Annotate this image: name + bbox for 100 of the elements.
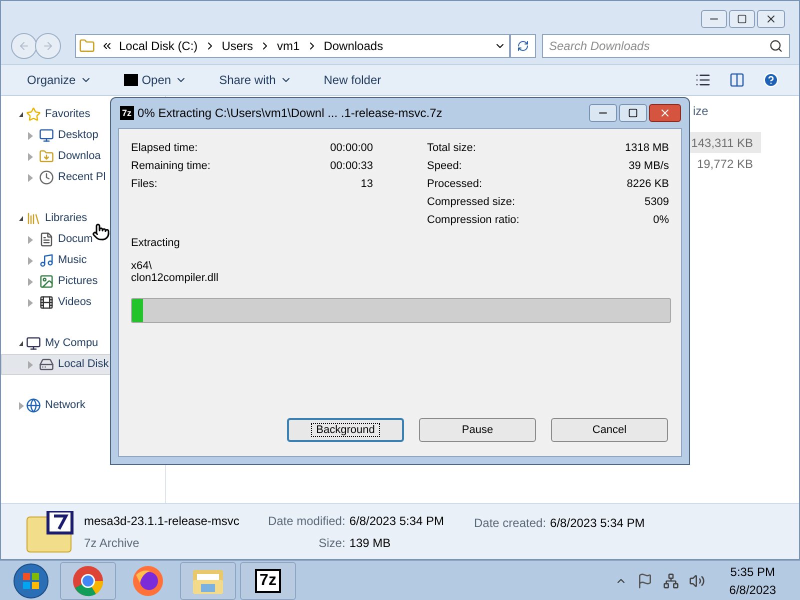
picture-icon [39,274,54,289]
nav-item-label[interactable]: Music [58,252,87,269]
film-icon [39,295,54,310]
network-icon [26,398,41,413]
close-button[interactable] [757,10,785,28]
maximize-icon [628,108,638,118]
dialog-button[interactable]: Pause [419,418,536,442]
address-bar[interactable]: Local Disk (C:) Users vm1 Downloads [75,34,510,58]
maximize-button[interactable] [619,104,647,122]
stat-label: Processed: [427,176,482,192]
stat-label: Files: [131,176,158,192]
nav-item-label[interactable]: Pictures [58,273,98,290]
expand-arrow-icon[interactable] [28,152,33,160]
field-label: Size: [318,534,346,552]
breadcrumb[interactable]: Users [222,37,254,55]
windows-logo-icon [13,562,49,598]
stat-value: 00:00:33 [330,158,373,174]
dialog-button[interactable]: Cancel [551,418,668,442]
close-button[interactable] [649,104,681,122]
toolbar-button[interactable]: New folder [316,68,390,92]
help-icon[interactable] [763,72,779,88]
dialog-button[interactable]: Background [287,418,404,442]
maximize-button[interactable] [729,10,755,28]
file-path: clon12compiler.dll [131,272,220,284]
stat-value: 00:00:00 [330,140,373,156]
taskbar-button[interactable]: 7z [240,562,296,600]
flag-icon[interactable] [637,572,654,588]
column-header[interactable]: ize [687,102,761,120]
stat-value: 0% [653,212,669,228]
stat-value: 5309 [644,194,669,210]
size-cell: 143,311 KB [687,132,761,153]
nav-item-label[interactable]: Downloa [58,148,101,165]
clock-time[interactable]: 5:35 PM [730,562,775,580]
expand-arrow-icon[interactable] [28,256,33,264]
stat-label: Compressed size: [427,194,516,210]
breadcrumb[interactable]: Downloads [324,37,384,55]
breadcrumb[interactable]: vm1 [277,37,300,55]
breadcrumb[interactable]: Local Disk (C:) [119,37,198,55]
taskbar-button[interactable] [180,562,236,600]
expand-arrow-icon[interactable] [28,298,33,306]
field-value: 6/8/2023 5:34 PM [349,512,446,530]
nav-item-label[interactable]: Desktop [58,127,98,144]
field-value: 139 MB [349,534,392,552]
field-label: Date created: [474,515,546,532]
expand-arrow-icon[interactable] [28,132,33,140]
preview-pane-icon[interactable] [729,72,745,88]
clock-date[interactable]: 6/8/2023 [729,580,776,598]
nav-item-label[interactable]: Videos [58,294,92,311]
size-cell-text: 19,772 KB [696,156,754,172]
expand-arrow-icon[interactable] [28,278,33,286]
stat-label: Speed: [427,158,462,174]
view-options-icon[interactable] [695,72,711,88]
nav-item-label[interactable]: Recent Pl [58,169,106,186]
close-icon [765,13,777,25]
forward-arrow-icon [42,40,54,52]
expand-arrow-icon[interactable] [28,174,33,182]
nav-item-label[interactable]: My Compu [45,335,98,352]
file-name: mesa3d-23.1.1-release-msvc [84,512,240,530]
refresh-button[interactable] [510,34,536,58]
nav-item-label[interactable]: Docum [58,231,93,248]
music-note-icon [39,253,54,268]
drive-icon [39,357,54,372]
expand-arrow-icon[interactable] [19,402,24,410]
stat-label: Compression ratio: [427,212,520,228]
folder-icon [39,149,54,164]
nav-item-label[interactable]: Libraries [45,210,88,227]
toolbar-button[interactable]: Organize [19,68,100,92]
speaker-icon[interactable] [689,572,706,588]
stat-label: Elapsed time: [131,140,198,156]
stat-value: 13 [360,176,373,192]
computer-icon [26,336,41,351]
search-input[interactable]: Search Downloads [549,37,769,55]
toolbar-button[interactable]: Share with [211,68,300,92]
collapse-arrow-icon[interactable] [19,112,23,117]
library-icon [26,211,41,226]
hand-pointer-icon [92,222,110,242]
firefox-icon [132,564,164,596]
nav-item-label[interactable]: Network [45,397,86,414]
chevrons-icon [101,40,113,52]
toolbar-button[interactable]: Open [116,68,196,92]
collapse-arrow-icon[interactable] [19,216,23,221]
file-path: x64\ [131,260,153,272]
search-field[interactable]: Search Downloads [542,34,790,58]
chrome-icon [72,564,104,596]
folder-icon [79,38,95,54]
field-value: 6/8/2023 5:34 PM [550,515,645,532]
file-type: 7z Archive [84,534,140,552]
seven-zip-icon: 7z [120,106,134,120]
dialog-title: 0% Extracting C:\Users\vm1\Downl ... .1-release-msvc.7z [138,105,442,122]
search-icon [769,39,783,53]
nav-item-label[interactable]: Local Disk [58,356,109,373]
taskbar-button[interactable] [60,562,116,600]
collapse-arrow-icon[interactable] [19,341,23,346]
document-icon [39,232,54,247]
network-icon[interactable] [663,572,680,588]
nav-item-label[interactable]: Favorites [45,106,90,123]
expand-arrow-icon[interactable] [28,236,33,244]
close-icon [659,107,671,119]
maximize-icon [737,14,747,24]
stat-label: Remaining time: [131,158,210,174]
